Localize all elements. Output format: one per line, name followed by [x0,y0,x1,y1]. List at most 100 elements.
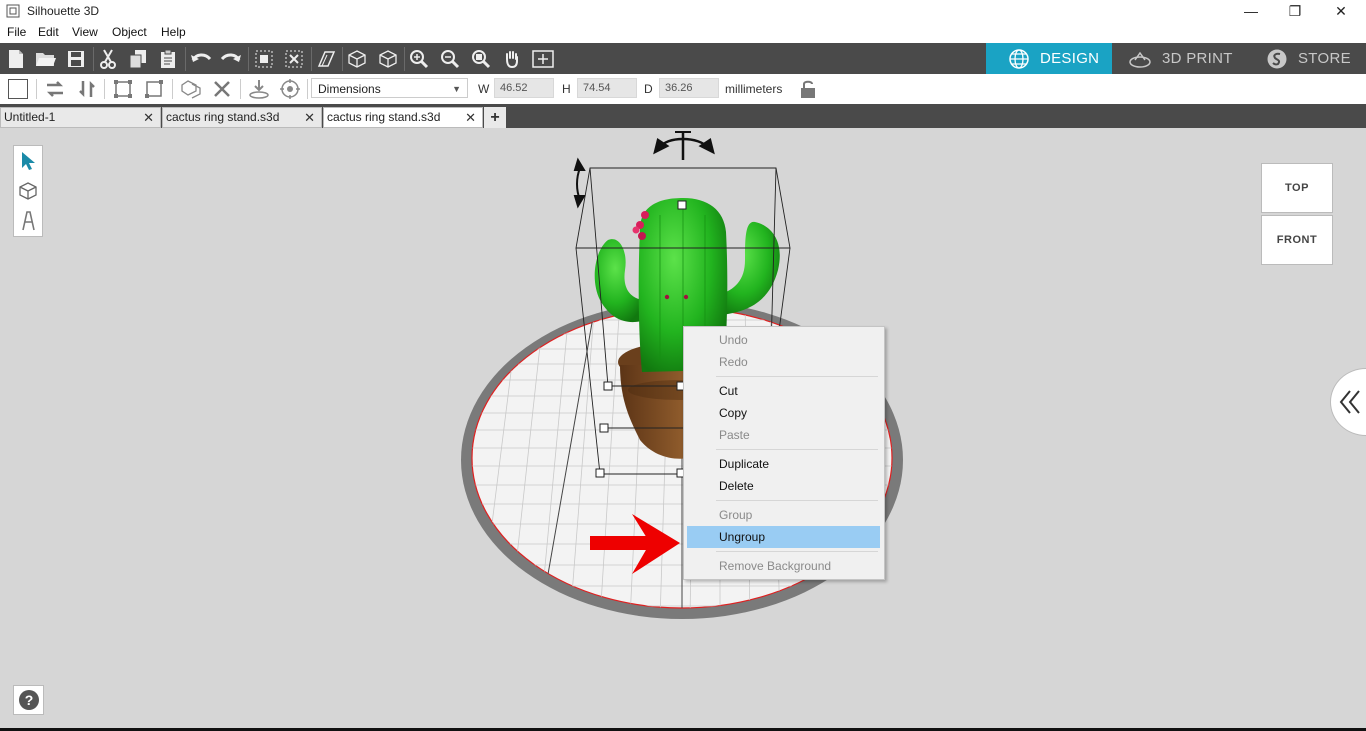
3d-cube-icon[interactable] [16,177,40,205]
close-tab-icon[interactable]: ✕ [465,108,476,127]
help-icon: ? [18,690,39,710]
flip-horizontal-icon[interactable] [43,77,67,101]
paste-icon[interactable] [155,46,181,72]
cube-add-icon[interactable] [344,46,370,72]
chevron-down-icon: ▼ [452,84,461,94]
center-object-icon[interactable] [278,77,302,101]
cut-icon[interactable] [95,46,121,72]
view-cube[interactable]: TOP FRONT [1261,163,1335,266]
add-tab-button[interactable]: + [484,107,506,128]
toolbar-divider [311,47,312,71]
context-menu-divider [716,551,878,552]
restore-button[interactable]: ❐ [1272,0,1318,22]
redo-icon[interactable] [218,46,244,72]
close-tab-icon[interactable]: ✕ [143,108,154,127]
toolbar-divider [404,47,405,71]
doc-tab-active[interactable]: cactus ring stand.s3d ✕ [323,107,483,128]
context-menu-divider [716,449,878,450]
context-menu-divider [716,376,878,377]
toolbar-divider [185,47,186,71]
cactus-eye [683,294,689,300]
tab-3d-print-label: 3D PRINT [1162,50,1233,67]
copy-icon[interactable] [125,46,151,72]
tab-design[interactable]: DESIGN [986,43,1112,74]
doc-tab[interactable]: Untitled-1 ✕ [0,107,161,128]
new-file-icon[interactable] [3,46,29,72]
menu-file[interactable]: File [7,25,26,39]
rotate-handle-icon [653,131,715,160]
pan-hand-icon[interactable] [499,46,525,72]
context-menu-paste[interactable]: Paste [687,424,880,446]
text-tool-icon[interactable] [16,207,40,235]
unit-label: millimeters [725,82,783,96]
doc-tab-label: cactus ring stand.s3d [166,110,280,124]
menu-edit[interactable]: Edit [38,25,59,39]
depth-field[interactable]: 36.26 [659,78,719,98]
view-cube-top[interactable]: TOP [1261,163,1333,213]
menu-help[interactable]: Help [161,25,186,39]
cactus-left-arm [594,239,646,323]
context-menu-delete[interactable]: Delete [687,475,880,497]
context-menu-cut[interactable]: Cut [687,380,880,402]
flower-petal [641,211,649,219]
cube-remove-icon[interactable] [375,46,401,72]
unlock-icon[interactable] [796,77,820,101]
menu-view[interactable]: View [72,25,98,39]
context-menu-redo[interactable]: Redo [687,351,880,373]
context-menu-remove-background[interactable]: Remove Background [687,555,880,577]
dimensions-dropdown-value: Dimensions [318,82,381,96]
tool-palette [13,145,43,237]
document-tab-bar: Untitled-1 ✕ cactus ring stand.s3d ✕ cac… [0,104,1366,128]
fill-color-swatch[interactable] [6,77,30,101]
dimensions-dropdown[interactable]: Dimensions ▼ [311,78,468,98]
fit-view-icon[interactable] [530,46,556,72]
svg-text:?: ? [24,692,33,708]
view-cube-front[interactable]: FRONT [1261,215,1333,265]
doc-tab[interactable]: cactus ring stand.s3d ✕ [162,107,322,128]
toolbar-divider [248,47,249,71]
print-3d-icon [1129,51,1151,68]
close-button[interactable]: ✕ [1318,0,1364,22]
doc-tab-label: cactus ring stand.s3d [327,110,441,124]
select-arrow-icon[interactable] [16,147,40,175]
help-button[interactable]: ? [13,685,44,715]
extrude-icon[interactable] [313,46,339,72]
save-icon[interactable] [63,46,89,72]
propbar-divider [104,79,105,99]
context-menu-copy[interactable]: Copy [687,402,880,424]
drop-to-floor-icon[interactable] [247,77,271,101]
zoom-fit-icon[interactable] [468,46,494,72]
duplicate-object-icon[interactable] [179,77,203,101]
window-title: Silhouette 3D [27,4,100,18]
context-menu-undo[interactable]: Undo [687,329,880,351]
scale-uniform-icon[interactable] [111,77,135,101]
tab-design-label: DESIGN [1040,50,1100,67]
main-toolbar: DESIGN 3D PRINT STORE [0,43,1366,74]
width-field[interactable]: 46.52 [494,78,554,98]
zoom-in-icon[interactable] [406,46,432,72]
undo-icon[interactable] [188,46,214,72]
close-tab-icon[interactable]: ✕ [304,108,315,127]
flip-vertical-icon[interactable] [75,77,99,101]
tab-3d-print[interactable]: 3D PRINT [1128,43,1233,74]
context-menu-group[interactable]: Group [687,504,880,526]
globe-icon [1009,48,1029,69]
delete-x-icon[interactable] [210,77,234,101]
scale-free-icon[interactable] [142,77,166,101]
tilt-handle-icon [573,157,586,209]
tab-store-label: STORE [1298,50,1351,67]
menu-object[interactable]: Object [112,25,147,39]
minimize-button[interactable]: — [1228,0,1274,22]
group-icon[interactable] [251,46,277,72]
context-menu-duplicate[interactable]: Duplicate [687,453,880,475]
ungroup-icon[interactable] [281,46,307,72]
toolbar-divider [342,47,343,71]
tab-store[interactable]: STORE [1266,43,1351,74]
context-menu: Undo Redo Cut Copy Paste Duplicate Delet… [683,326,885,580]
height-field[interactable]: 74.54 [577,78,637,98]
open-folder-icon[interactable] [33,46,59,72]
context-menu-ungroup[interactable]: Ungroup [687,526,880,548]
zoom-out-icon[interactable] [437,46,463,72]
propbar-divider [307,79,308,99]
doc-tab-label: Untitled-1 [4,110,56,124]
